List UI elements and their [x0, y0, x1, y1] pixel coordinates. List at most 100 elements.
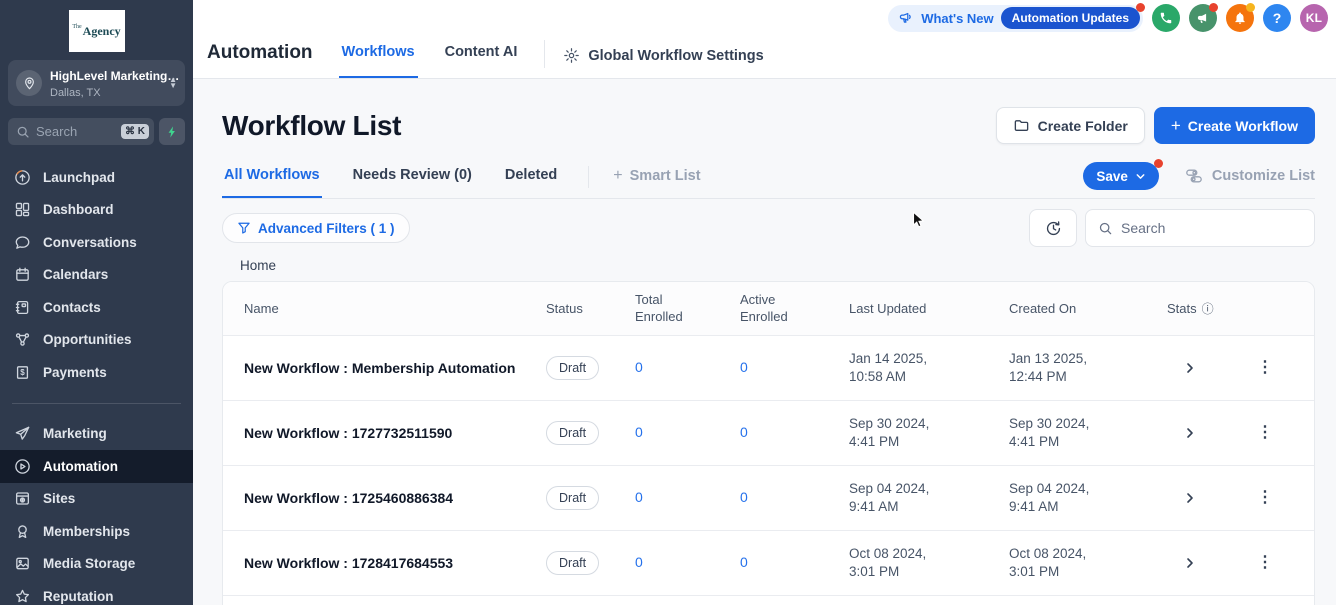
global-workflow-settings-link[interactable]: Global Workflow Settings — [563, 47, 763, 64]
create-folder-label: Create Folder — [1038, 118, 1128, 134]
sidebar-item-marketing[interactable]: Marketing — [0, 418, 193, 451]
sidebar-item-opportunities[interactable]: Opportunities — [0, 324, 193, 357]
sidebar-item-conversations[interactable]: Conversations — [0, 226, 193, 259]
sidebar-item-label: Reputation — [43, 589, 114, 604]
create-folder-button[interactable]: Create Folder — [996, 107, 1145, 144]
notification-dot — [1209, 3, 1218, 12]
kebab-menu-icon[interactable]: ⋮ — [1257, 489, 1273, 506]
status-badge: Draft — [546, 421, 599, 445]
payments-icon: $ — [14, 364, 31, 381]
sidebar-item-reputation[interactable]: Reputation — [0, 580, 193, 605]
memberships-icon — [14, 523, 31, 540]
automation-updates-badge: Automation Updates — [1001, 7, 1140, 29]
created-on: Jan 13 2025, 12:44 PM — [1009, 350, 1111, 386]
header-name: Name — [223, 301, 546, 316]
sidebar-item-label: Conversations — [43, 235, 137, 250]
total-enrolled-link[interactable]: 0 — [635, 359, 643, 375]
sidebar-item-calendars[interactable]: Calendars — [0, 259, 193, 292]
sidebar-item-memberships[interactable]: Memberships — [0, 515, 193, 548]
tab-all-workflows[interactable]: All Workflows — [222, 167, 322, 198]
media-storage-icon — [14, 555, 31, 572]
chevron-right-icon[interactable] — [1179, 487, 1201, 509]
total-enrolled-link[interactable]: 0 — [635, 554, 643, 570]
sidebar-item-label: Sites — [43, 491, 75, 506]
status-badge: Draft — [546, 356, 599, 380]
sidebar-item-payments[interactable]: $ Payments — [0, 356, 193, 389]
workflow-name[interactable]: New Workflow : Membership Automation — [223, 360, 546, 376]
smart-list-button[interactable]: + Smart List — [613, 167, 700, 198]
global-workflow-settings-label: Global Workflow Settings — [588, 48, 763, 64]
sidebar-search[interactable]: ⌘ K — [8, 118, 154, 145]
table-row[interactable]: New Workflow : 1725460886384 Draft 0 0 S… — [223, 466, 1314, 531]
plus-icon: + — [613, 167, 622, 185]
workflow-name[interactable]: New Workflow : 1725460886384 — [223, 490, 546, 506]
sidebar-item-label: Calendars — [43, 267, 108, 282]
total-enrolled-link[interactable]: 0 — [635, 424, 643, 440]
dashboard-icon — [14, 201, 31, 218]
chevron-right-icon[interactable] — [1179, 552, 1201, 574]
sidebar-item-automation[interactable]: Automation — [0, 450, 193, 483]
sidebar-search-input[interactable] — [36, 124, 115, 139]
tab-needs-review[interactable]: Needs Review (0) — [351, 167, 474, 198]
save-button[interactable]: Save — [1083, 162, 1159, 190]
table-row — [223, 596, 1314, 605]
whats-new-label: What's New — [921, 11, 993, 26]
page-title: Workflow List — [222, 110, 401, 142]
phone-button[interactable] — [1152, 4, 1180, 32]
chevron-up-down-icon: ▲▼ — [169, 77, 177, 89]
active-enrolled-link[interactable]: 0 — [740, 554, 748, 570]
chevron-right-icon[interactable] — [1179, 357, 1201, 379]
tab-content-ai[interactable]: Content AI — [442, 44, 521, 78]
sidebar-item-sites[interactable]: Sites — [0, 483, 193, 516]
sidebar-item-label: Launchpad — [43, 170, 115, 185]
whats-new-button[interactable]: What's New Automation Updates — [888, 5, 1143, 32]
topbar-divider — [544, 40, 545, 68]
kebab-menu-icon[interactable]: ⋮ — [1257, 554, 1273, 571]
agency-logo-name: Agency — [83, 24, 121, 39]
history-button[interactable] — [1029, 209, 1077, 247]
header-status: Status — [546, 301, 635, 316]
sidebar-item-contacts[interactable]: Contacts — [0, 291, 193, 324]
tab-workflows[interactable]: Workflows — [339, 44, 418, 78]
search-icon — [1098, 221, 1113, 236]
kebab-menu-icon[interactable]: ⋮ — [1257, 424, 1273, 441]
notification-dot — [1246, 3, 1255, 12]
avatar-initials: KL — [1306, 11, 1323, 25]
created-on: Sep 30 2024, 4:41 PM — [1009, 415, 1111, 451]
table-row[interactable]: New Workflow : 1728417684553 Draft 0 0 O… — [223, 531, 1314, 596]
active-enrolled-link[interactable]: 0 — [740, 359, 748, 375]
advanced-filters-button[interactable]: Advanced Filters ( 1 ) — [222, 213, 410, 243]
workflow-name[interactable]: New Workflow : 1727732511590 — [223, 425, 546, 441]
chevron-down-icon — [1135, 171, 1146, 182]
table-row[interactable]: New Workflow : 1727732511590 Draft 0 0 S… — [223, 401, 1314, 466]
notifications-button[interactable] — [1226, 4, 1254, 32]
launchpad-icon — [14, 169, 31, 186]
breadcrumb[interactable]: Home — [240, 258, 1315, 273]
megaphone-icon — [1196, 11, 1210, 25]
table-search[interactable] — [1085, 209, 1315, 247]
ai-spark-button[interactable] — [159, 118, 185, 145]
active-enrolled-link[interactable]: 0 — [740, 424, 748, 440]
create-workflow-button[interactable]: + Create Workflow — [1154, 107, 1315, 144]
help-button[interactable]: ? — [1263, 4, 1291, 32]
workflow-table: Name Status Total Enrolled Active Enroll… — [222, 281, 1315, 605]
last-updated: Sep 04 2024, 9:41 AM — [849, 480, 951, 516]
sidebar-item-media-storage[interactable]: Media Storage — [0, 548, 193, 581]
customize-list-button[interactable]: Customize List — [1185, 167, 1315, 185]
table-search-input[interactable] — [1121, 220, 1302, 236]
active-enrolled-link[interactable]: 0 — [740, 489, 748, 505]
megaphone-button[interactable] — [1189, 4, 1217, 32]
bell-icon — [1233, 11, 1247, 25]
kebab-menu-icon[interactable]: ⋮ — [1257, 359, 1273, 376]
sidebar-item-launchpad[interactable]: Launchpad — [0, 161, 193, 194]
workflow-name[interactable]: New Workflow : 1728417684553 — [223, 555, 546, 571]
sidebar-item-dashboard[interactable]: Dashboard — [0, 194, 193, 227]
total-enrolled-link[interactable]: 0 — [635, 489, 643, 505]
tab-deleted[interactable]: Deleted — [503, 167, 559, 198]
table-row[interactable]: New Workflow : Membership Automation Dra… — [223, 336, 1314, 401]
account-switcher[interactable]: HighLevel Marketing… Dallas, TX ▲▼ — [8, 60, 185, 106]
avatar[interactable]: KL — [1300, 4, 1328, 32]
topbar-title: Automation — [207, 42, 313, 64]
status-badge: Draft — [546, 551, 599, 575]
chevron-right-icon[interactable] — [1179, 422, 1201, 444]
